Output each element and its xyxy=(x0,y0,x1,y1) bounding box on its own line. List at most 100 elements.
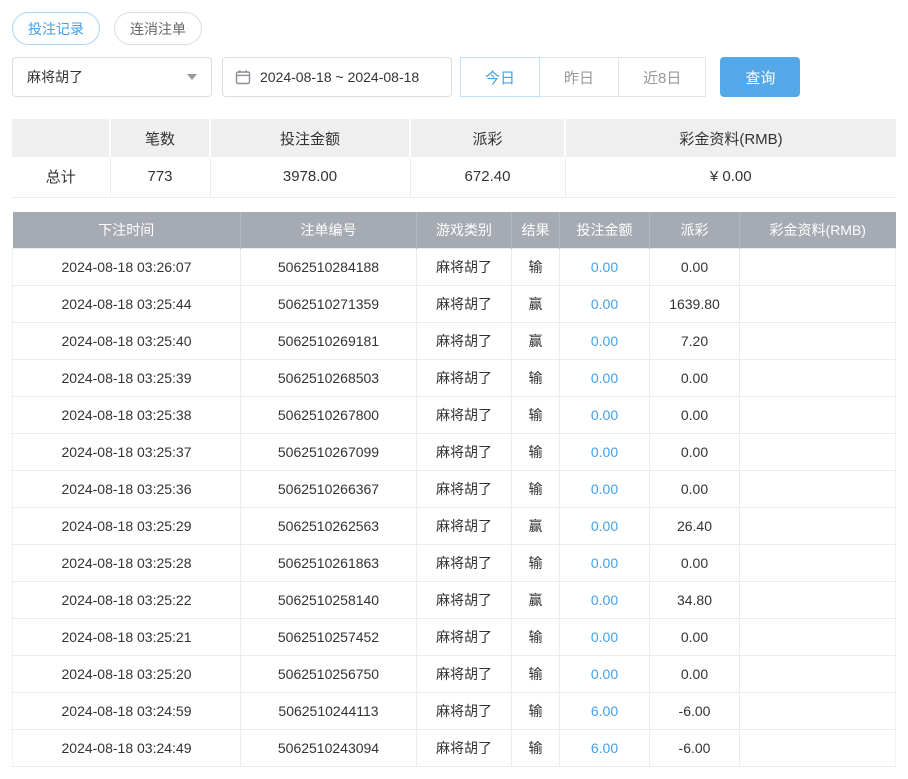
summary-total-count: 773 xyxy=(109,157,210,198)
filter-bar: 麻将胡了 2024-08-18 ~ 2024-08-18 今日 昨日 近8日 查… xyxy=(12,57,896,97)
result-cell: 输 xyxy=(511,544,560,582)
bet-amount-cell: 0.00 xyxy=(559,655,650,693)
bet-table: 下注时间 注单编号 游戏类别 结果 投注金额 派彩 彩金资料(RMB) 2024… xyxy=(12,211,896,767)
bet-id-cell: 5062510267099 xyxy=(240,433,417,471)
bet-amount-cell: 0.00 xyxy=(559,581,650,619)
last-8-days-button[interactable]: 近8日 xyxy=(618,57,707,97)
result-cell: 赢 xyxy=(511,322,560,360)
bet-id-cell: 5062510243094 xyxy=(240,729,417,767)
game-type-cell: 麻将胡了 xyxy=(416,322,512,360)
date-range-input[interactable]: 2024-08-18 ~ 2024-08-18 xyxy=(222,57,452,97)
bet-time-cell: 2024-08-18 03:26:07 xyxy=(12,248,241,286)
bet-id-cell: 5062510268503 xyxy=(240,359,417,397)
game-select[interactable]: 麻将胡了 xyxy=(12,57,212,97)
table-row: 2024-08-18 03:25:39 5062510268503 麻将胡了 输… xyxy=(12,359,896,397)
bet-id-cell: 5062510258140 xyxy=(240,581,417,619)
bet-time-cell: 2024-08-18 03:25:22 xyxy=(12,581,241,619)
bet-amount-cell: 6.00 xyxy=(559,692,650,730)
table-row: 2024-08-18 03:25:40 5062510269181 麻将胡了 赢… xyxy=(12,322,896,360)
chevron-down-icon xyxy=(187,74,197,80)
bet-time-cell: 2024-08-18 03:25:39 xyxy=(12,359,241,397)
bet-time-cell: 2024-08-18 03:25:40 xyxy=(12,322,241,360)
bonus-cell xyxy=(739,581,896,619)
payout-cell: 0.00 xyxy=(649,248,740,286)
bet-amount-link[interactable]: 0.00 xyxy=(591,592,618,608)
bet-time-cell: 2024-08-18 03:25:36 xyxy=(12,470,241,508)
tab-bet-records-label: 投注记录 xyxy=(28,20,84,37)
game-type-cell: 麻将胡了 xyxy=(416,285,512,323)
bet-amount-link[interactable]: 0.00 xyxy=(591,407,618,423)
bet-time-cell: 2024-08-18 03:25:28 xyxy=(12,544,241,582)
yesterday-button[interactable]: 昨日 xyxy=(539,57,620,97)
bet-amount-cell: 0.00 xyxy=(559,396,650,434)
bet-amount-link[interactable]: 0.00 xyxy=(591,444,618,460)
calendar-icon xyxy=(235,69,251,85)
table-row: 2024-08-18 03:25:29 5062510262563 麻将胡了 赢… xyxy=(12,507,896,545)
game-type-cell: 麻将胡了 xyxy=(416,729,512,767)
bet-time-cell: 2024-08-18 03:24:49 xyxy=(12,729,241,767)
bet-amount-link[interactable]: 0.00 xyxy=(591,666,618,682)
result-cell: 输 xyxy=(511,359,560,397)
bet-amount-link[interactable]: 0.00 xyxy=(591,259,618,275)
summary-total-row: 总计 773 3978.00 672.40 ¥ 0.00 xyxy=(12,157,896,198)
result-cell: 赢 xyxy=(511,285,560,323)
table-row: 2024-08-18 03:24:49 5062510243094 麻将胡了 输… xyxy=(12,729,896,767)
bet-amount-link[interactable]: 0.00 xyxy=(591,518,618,534)
summary-header-empty xyxy=(12,119,110,157)
bet-amount-cell: 0.00 xyxy=(559,544,650,582)
table-row: 2024-08-18 03:26:07 5062510284188 麻将胡了 输… xyxy=(12,248,896,286)
game-type-cell: 麻将胡了 xyxy=(416,692,512,730)
bet-amount-link[interactable]: 0.00 xyxy=(591,333,618,349)
bet-amount-link[interactable]: 6.00 xyxy=(591,740,618,756)
result-cell: 输 xyxy=(511,470,560,508)
bet-amount-link[interactable]: 0.00 xyxy=(591,481,618,497)
result-cell: 输 xyxy=(511,618,560,656)
bet-amount-link[interactable]: 6.00 xyxy=(591,703,618,719)
bet-table-header-row: 下注时间 注单编号 游戏类别 结果 投注金额 派彩 彩金资料(RMB) xyxy=(12,211,896,249)
summary-total-bet-amount: 3978.00 xyxy=(209,157,410,198)
search-button[interactable]: 查询 xyxy=(720,57,801,97)
today-button[interactable]: 今日 xyxy=(460,57,541,97)
bet-id-cell: 5062510256750 xyxy=(240,655,417,693)
bonus-cell xyxy=(739,248,896,286)
tab-bet-records[interactable]: 投注记录 xyxy=(12,12,100,45)
tab-cancelled-bets[interactable]: 连消注单 xyxy=(114,12,202,45)
bonus-cell xyxy=(739,729,896,767)
header-payout: 派彩 xyxy=(649,211,740,249)
bet-amount-cell: 0.00 xyxy=(559,285,650,323)
bet-time-cell: 2024-08-18 03:24:59 xyxy=(12,692,241,730)
game-type-cell: 麻将胡了 xyxy=(416,248,512,286)
payout-cell: 0.00 xyxy=(649,618,740,656)
table-row: 2024-08-18 03:25:21 5062510257452 麻将胡了 输… xyxy=(12,618,896,656)
bet-id-cell: 5062510269181 xyxy=(240,322,417,360)
bet-id-cell: 5062510267800 xyxy=(240,396,417,434)
result-cell: 输 xyxy=(511,433,560,471)
bonus-cell xyxy=(739,692,896,730)
bet-amount-link[interactable]: 0.00 xyxy=(591,370,618,386)
result-cell: 赢 xyxy=(511,581,560,619)
result-cell: 赢 xyxy=(511,507,560,545)
summary-total-label: 总计 xyxy=(12,157,110,198)
table-row: 2024-08-18 03:25:36 5062510266367 麻将胡了 输… xyxy=(12,470,896,508)
payout-cell: 26.40 xyxy=(649,507,740,545)
bonus-cell xyxy=(739,618,896,656)
header-game-type: 游戏类别 xyxy=(416,211,512,249)
payout-cell: 1639.80 xyxy=(649,285,740,323)
summary-header-bet-amount: 投注金额 xyxy=(209,119,410,157)
bonus-cell xyxy=(739,470,896,508)
bet-amount-cell: 0.00 xyxy=(559,618,650,656)
page: 投注记录 连消注单 麻将胡了 2024-08-18 ~ 2024-08-18 今… xyxy=(0,0,908,779)
bet-amount-link[interactable]: 0.00 xyxy=(591,296,618,312)
bet-time-cell: 2024-08-18 03:25:20 xyxy=(12,655,241,693)
bet-amount-link[interactable]: 0.00 xyxy=(591,555,618,571)
bet-id-cell: 5062510266367 xyxy=(240,470,417,508)
bet-id-cell: 5062510271359 xyxy=(240,285,417,323)
payout-cell: 0.00 xyxy=(649,544,740,582)
payout-cell: 34.80 xyxy=(649,581,740,619)
bet-time-cell: 2024-08-18 03:25:44 xyxy=(12,285,241,323)
summary-total-payout: 672.40 xyxy=(409,157,565,198)
table-row: 2024-08-18 03:24:59 5062510244113 麻将胡了 输… xyxy=(12,692,896,730)
bet-time-cell: 2024-08-18 03:25:29 xyxy=(12,507,241,545)
bet-amount-link[interactable]: 0.00 xyxy=(591,629,618,645)
header-bonus: 彩金资料(RMB) xyxy=(739,211,896,249)
